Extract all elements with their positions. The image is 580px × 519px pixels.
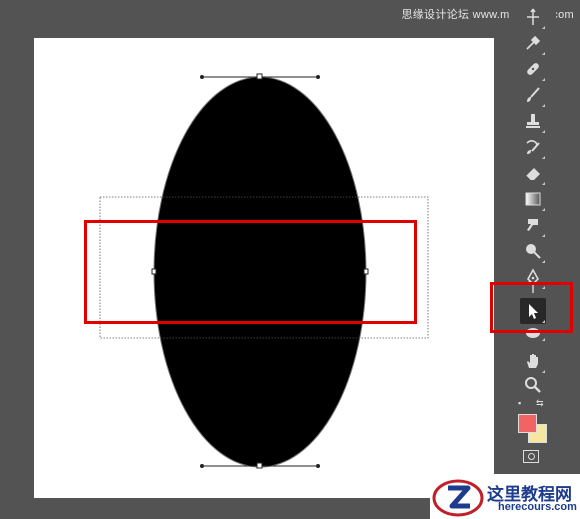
eraser-icon	[525, 168, 540, 181]
clone-stamp-tool[interactable]	[520, 108, 546, 134]
foreground-color-swatch[interactable]	[518, 414, 537, 433]
top-anchor-point	[256, 73, 263, 80]
swap-colors-icon[interactable]: ⇆	[536, 398, 544, 409]
stamp-icon	[526, 114, 540, 128]
gradient-tool[interactable]	[520, 186, 546, 212]
quick-mask-icon	[528, 453, 535, 460]
move-tool[interactable]	[520, 4, 546, 30]
logo-z-icon	[432, 479, 484, 517]
hand-tool[interactable]	[520, 348, 546, 374]
zoom-tool[interactable]	[520, 372, 546, 398]
hand-icon	[527, 354, 538, 368]
canvas-area[interactable]	[0, 0, 494, 519]
canvas-highlight-box	[84, 220, 417, 324]
bandage-icon	[527, 63, 539, 75]
bottom-handle-left	[200, 464, 204, 468]
site-logo: 这里教程网 herecours.com	[430, 474, 580, 519]
eraser-tool[interactable]	[520, 160, 546, 186]
finger-icon	[527, 219, 538, 231]
eyedropper-icon	[526, 35, 541, 50]
brush-tool[interactable]	[520, 82, 546, 108]
tool-highlight-box	[490, 282, 573, 333]
top-handle-left	[200, 75, 204, 79]
history-brush-tool[interactable]	[520, 134, 546, 160]
healing-brush-tool[interactable]	[520, 56, 546, 82]
history-brush-icon	[526, 140, 540, 154]
color-swatches: ▪ ⇆	[516, 398, 552, 446]
quick-mask-button[interactable]	[523, 450, 539, 463]
default-colors-icon[interactable]: ▪	[518, 398, 521, 408]
bottom-anchor-point	[256, 462, 263, 469]
bottom-handle-right	[316, 464, 320, 468]
eyedropper-tool[interactable]	[520, 30, 546, 56]
dodge-icon	[526, 244, 541, 259]
top-handle-right	[316, 75, 320, 79]
logo-english-text: herecours.com	[498, 501, 577, 513]
move-icon	[527, 8, 539, 25]
brush-icon	[527, 87, 540, 102]
gradient-icon	[525, 192, 541, 206]
dodge-tool[interactable]	[520, 238, 546, 264]
smudge-tool[interactable]	[520, 212, 546, 238]
magnifier-icon	[525, 377, 541, 393]
